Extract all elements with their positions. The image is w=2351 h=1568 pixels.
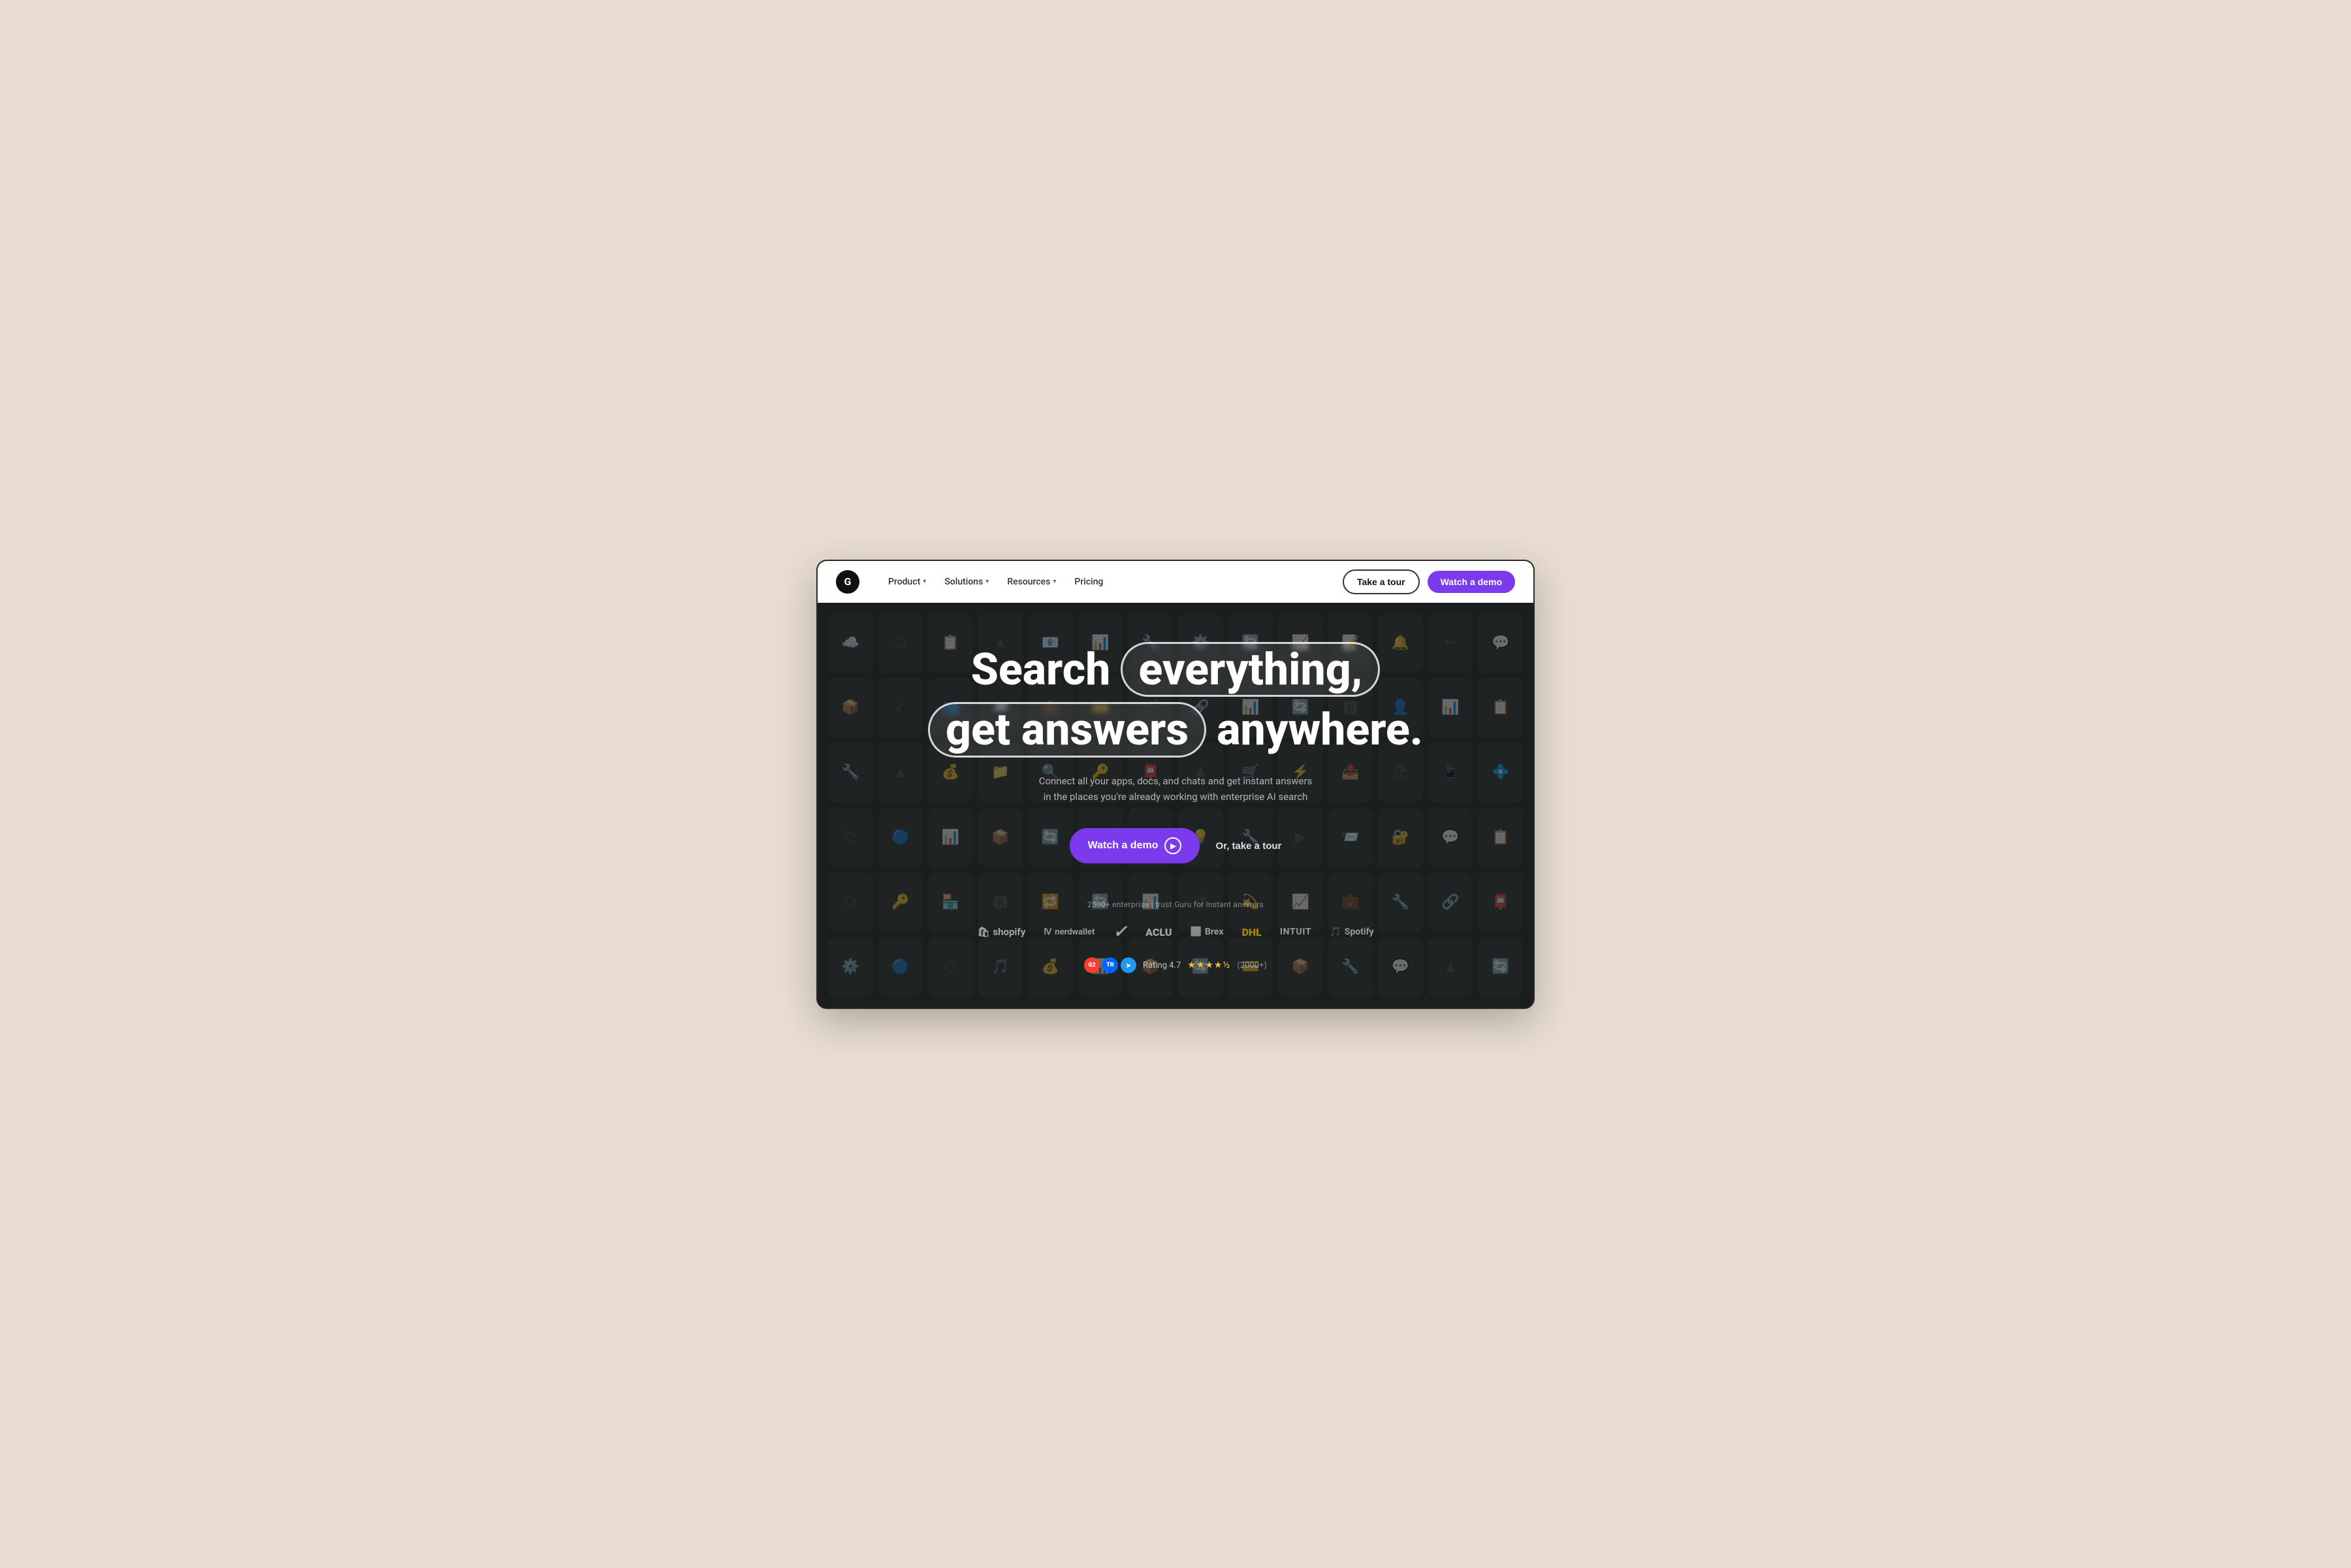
bg-icon: 📋 [1478,678,1523,737]
bg-icon: 📮 [1478,872,1523,932]
hero-headline: Search everything, get answers anywhere. [928,642,1423,758]
headline-line1: Search everything, [928,642,1423,697]
nav-item-pricing[interactable]: Pricing [1066,571,1111,592]
bg-icon: 🔵 [878,937,923,997]
tr-badge: TR [1102,957,1118,973]
bg-icon: ▲ [1428,937,1473,997]
brex-icon: ⬜ [1191,927,1202,937]
bg-icon: ⚙️ [828,937,873,997]
nav-item-resources[interactable]: Resources ▾ [999,571,1064,592]
stars: ★★★★½ [1187,960,1230,970]
pill-everything: everything, [1121,642,1380,697]
rating-count: (2000+) [1237,961,1267,970]
hero-section: ☁️⬡📋▲📧📊🔧⚙️🔄📈📝🔔↩💬📦✓👥📨💼💳🗂🔗📊🔄🅱👤📊📋🔧▲💰📁🔍🔑📮♟🛒⚡… [818,603,1533,1008]
logo-intuit: INTUIT [1280,927,1311,937]
headline-anywhere: anywhere. [1217,705,1423,754]
headline-line2: get answers anywhere. [928,702,1423,758]
bg-icon: 🔧 [828,743,873,802]
nerdwallet-icon: Ⅳ [1044,927,1051,937]
bg-icon: ✓ [878,678,923,737]
bg-icon: ☁️ [828,613,873,673]
bg-icon: 📊 [1428,678,1473,737]
watch-demo-nav-button[interactable]: Watch a demo [1428,571,1515,593]
play-icon: ▶ [1164,837,1181,854]
bg-icon: 🔄 [1478,937,1523,997]
rating-label: Rating 4.7 [1143,961,1181,970]
browser-window: G Product ▾ Solutions ▾ Resources ▾ Pric… [816,560,1535,1009]
logo-dhl: DHL [1242,926,1262,938]
bg-icon: 🔵 [878,808,923,867]
g2-badge: G2 [1084,957,1100,973]
bg-icon: 💬 [1428,808,1473,867]
hero-cta-row: Watch a demo ▶ Or, take a tour [928,828,1423,863]
trust-text: 2500+ enterprises trust Guru for instant… [928,900,1423,909]
bg-icon: 💠 [1478,743,1523,802]
trust-section: 2500+ enterprises trust Guru for instant… [928,900,1423,973]
bg-icon: 💬 [1478,613,1523,673]
rating-row: G2 TR ➤ Rating 4.7 ★★★★½ (2000+) [928,957,1423,973]
bg-icon: ▲ [878,743,923,802]
logo-aclu: ACLU [1145,926,1172,938]
logos-row: 🛍 shopify Ⅳ nerdwallet ✓ ACLU ⬜ [928,922,1423,942]
logo-brex: ⬜ Brex [1191,927,1224,937]
logo-nike: ✓ [1113,922,1127,942]
spotify-icon: 🎵 [1330,927,1341,937]
hero-content: Search everything, get answers anywhere.… [928,642,1423,974]
bg-icon: 🔗 [1428,872,1473,932]
take-tour-button[interactable]: Take a tour [1343,569,1420,594]
pill-answers: get answers [928,702,1206,758]
shopify-icon: 🛍 [977,926,989,938]
bg-icon: 📋 [1478,808,1523,867]
nav-actions: Take a tour Watch a demo [1343,569,1515,594]
bg-icon: 🔑 [878,872,923,932]
bg-icon: 📱 [1428,743,1473,802]
send-badge: ➤ [1121,957,1136,973]
nav-item-product[interactable]: Product ▾ [880,571,934,592]
chevron-down-icon: ▾ [985,578,989,585]
logo-nerdwallet: Ⅳ nerdwallet [1044,927,1095,937]
rating-badges: G2 TR ➤ [1084,957,1136,973]
take-tour-hero-button[interactable]: Or, take a tour [1215,840,1281,852]
headline-search: Search [971,645,1111,694]
logo-spotify: 🎵 Spotify [1330,927,1373,937]
bg-icon: ⬡ [828,872,873,932]
logo-shopify: 🛍 shopify [977,926,1025,938]
nav-item-solutions[interactable]: Solutions ▾ [936,571,997,592]
bg-icon: ↩ [1428,613,1473,673]
nav-links: Product ▾ Solutions ▾ Resources ▾ Pricin… [880,571,1322,592]
chevron-down-icon: ▾ [1053,578,1056,585]
hero-subtitle: Connect all your apps, docs, and chats a… [1038,773,1313,805]
bg-icon: 📦 [828,678,873,737]
bg-icon: ⬡ [878,613,923,673]
bg-icon: 🏷 [828,808,873,867]
watch-demo-hero-button[interactable]: Watch a demo ▶ [1070,828,1200,863]
navbar: G Product ▾ Solutions ▾ Resources ▾ Pric… [818,561,1533,603]
logo[interactable]: G [836,570,859,594]
chevron-down-icon: ▾ [923,578,926,585]
